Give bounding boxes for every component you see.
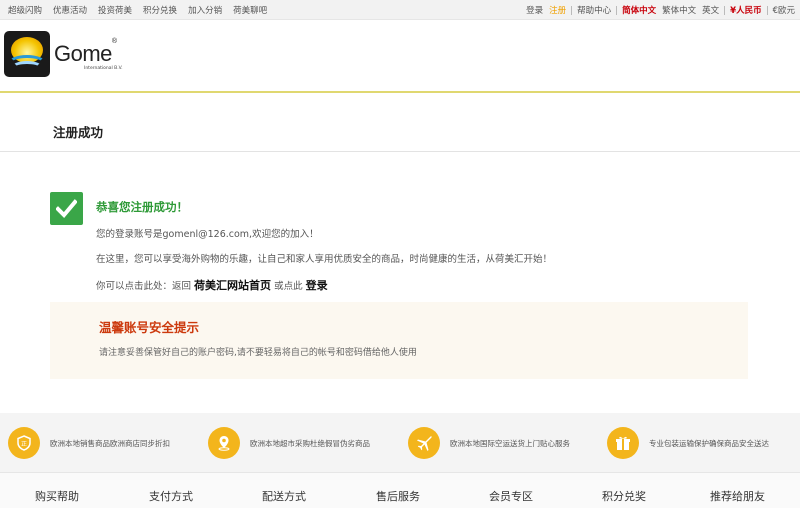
footer-nav: 购买帮助 支付方式 配送方式 售后服务 会员专区 积分兑奖 推荐给朋友 — [0, 472, 800, 508]
help-center-link[interactable]: 帮助中心 — [574, 4, 614, 16]
top-left-links: 超级闪购 优惠活动 投资荷美 积分兑换 加入分销 荷美聊吧 — [8, 4, 278, 16]
security-notice-text: 请注意妥善保管好自己的账户密码,请不要轻易将自己的帐号和密码借给他人使用 — [99, 348, 417, 358]
footer-link-points-reward[interactable]: 积分兑奖 — [602, 488, 646, 504]
divider — [571, 5, 573, 15]
footer-link-recommend[interactable]: 推荐给朋友 — [710, 488, 765, 504]
features-band: 正 欧洲本地销售商品欧洲商店同步折扣 欧洲本地超市采购杜绝假冒伪劣商品 欧洲本地… — [0, 413, 800, 472]
shield-icon: 正 — [8, 427, 40, 459]
divider — [724, 5, 726, 15]
page-title-bar: 注册成功 — [0, 95, 800, 152]
footer-link-delivery[interactable]: 配送方式 — [262, 488, 306, 504]
lang-english[interactable]: 英文 — [699, 4, 722, 16]
airplane-icon — [408, 427, 440, 459]
feature-item: 欧洲本地国际空运送货上门贴心服务 — [408, 427, 570, 459]
feature-item: 欧洲本地超市采购杜绝假冒伪劣商品 — [208, 427, 370, 459]
footer-link-member-zone[interactable]: 会员专区 — [489, 488, 533, 504]
feature-text: 专业包装运输保护确保商品安全送达 — [649, 438, 769, 448]
register-link[interactable]: 注册 — [546, 4, 569, 16]
feature-text: 欧洲本地超市采购杜绝假冒伪劣商品 — [250, 438, 370, 448]
currency-cny[interactable]: ¥人民币 — [727, 4, 764, 16]
top-link-join-distribution[interactable]: 加入分销 — [188, 4, 222, 16]
lang-simplified-chinese[interactable]: 简体中文 — [619, 4, 659, 16]
top-right-links: 登录 注册 帮助中心 简体中文 繁体中文 英文 ¥人民币 €欧元 — [523, 4, 798, 16]
page-title: 注册成功 — [53, 125, 104, 140]
login-link[interactable]: 登录 — [523, 4, 546, 16]
footer-link-purchase-help[interactable]: 购买帮助 — [35, 488, 79, 504]
location-pin-icon — [208, 427, 240, 459]
lang-traditional-chinese[interactable]: 繁体中文 — [659, 4, 699, 16]
divider — [766, 5, 768, 15]
welcome-info-text: 在这里，您可以享受海外购物的乐趣，让自己和家人享用优质安全的商品，时尚健康的生活… — [96, 254, 553, 265]
checkmark-icon — [50, 192, 83, 225]
currency-eur[interactable]: €欧元 — [770, 4, 798, 16]
site-header: Gome® International B.V. — [0, 21, 800, 93]
security-notice-box: 温馨账号安全提示 请注意妥善保管好自己的账户密码,请不要轻易将自己的帐号和密码借… — [50, 302, 748, 379]
success-title: 恭喜您注册成功！ — [96, 200, 188, 214]
feature-item: 正 欧洲本地销售商品欧洲商店同步折扣 — [8, 427, 170, 459]
top-link-promotions[interactable]: 优惠活动 — [53, 4, 87, 16]
top-link-flash-sale[interactable]: 超级闪购 — [8, 4, 42, 16]
top-utility-bar: 超级闪购 优惠活动 投资荷美 积分兑换 加入分销 荷美聊吧 登录 注册 帮助中心… — [0, 0, 800, 20]
feature-text: 欧洲本地销售商品欧洲商店同步折扣 — [50, 438, 170, 448]
gift-icon — [607, 427, 639, 459]
return-middle-text: 或点此 — [274, 281, 303, 292]
security-notice-title: 温馨账号安全提示 — [99, 320, 200, 335]
top-link-chat[interactable]: 荷美聊吧 — [233, 4, 267, 16]
return-links-row: 你可以点击此处：返回 荷美汇网站首页 或点此 登录 — [96, 277, 328, 293]
svg-text:正: 正 — [21, 441, 27, 448]
account-info-text: 您的登录账号是gomenl@126.com,欢迎您的加入！ — [96, 229, 319, 240]
home-page-link[interactable]: 荷美汇网站首页 — [194, 279, 271, 292]
logo-icon[interactable] — [4, 31, 50, 77]
feature-text: 欧洲本地国际空运送货上门贴心服务 — [450, 438, 570, 448]
divider — [616, 5, 618, 15]
return-prefix-text: 你可以点击此处：返回 — [96, 281, 192, 292]
login-page-link[interactable]: 登录 — [306, 279, 328, 292]
footer-link-after-sales[interactable]: 售后服务 — [376, 488, 420, 504]
top-link-invest[interactable]: 投资荷美 — [98, 4, 132, 16]
footer-link-payment[interactable]: 支付方式 — [149, 488, 193, 504]
brand-subtitle: International B.V. — [84, 66, 123, 71]
feature-item: 专业包装运输保护确保商品安全送达 — [607, 427, 769, 459]
brand-name[interactable]: Gome® — [54, 38, 117, 67]
top-link-points-exchange[interactable]: 积分兑换 — [143, 4, 177, 16]
